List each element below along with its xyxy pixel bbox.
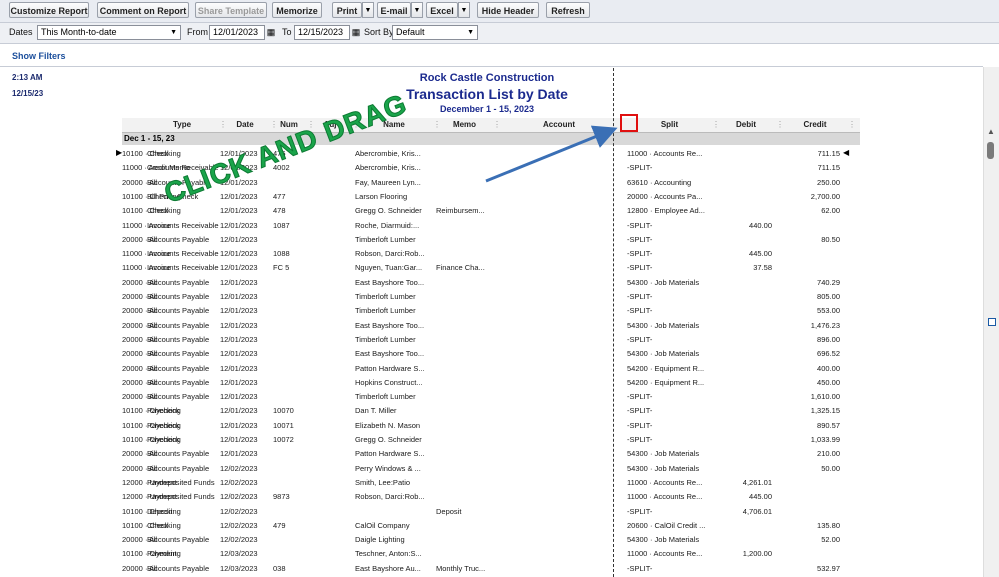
arrow-annotation-icon xyxy=(485,125,618,183)
scrollbar-thumb[interactable] xyxy=(987,142,994,159)
scroll-up-icon[interactable]: ▲ xyxy=(987,127,995,136)
resize-handle[interactable] xyxy=(988,318,996,326)
